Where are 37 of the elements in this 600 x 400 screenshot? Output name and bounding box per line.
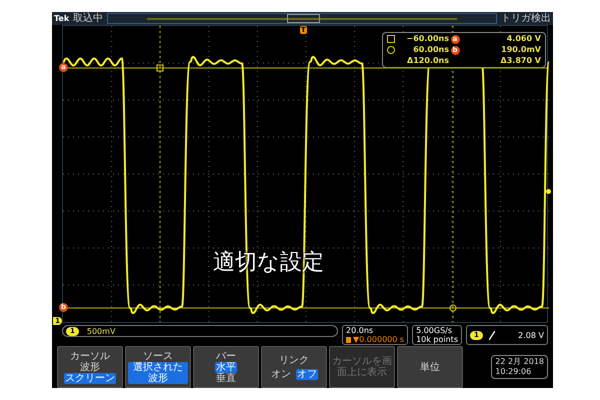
trigger-position: ▼0.000000 s [353, 335, 404, 344]
menu-button[interactable]: ソース 選択された波形 [125, 346, 191, 388]
menu-button[interactable]: 単位 [397, 346, 463, 388]
cursor-time: −60.00ns [406, 34, 449, 44]
menu-option: オフ [296, 368, 318, 380]
brand-label: Tek [54, 14, 70, 23]
menu-option: 水平 [215, 362, 237, 372]
menu-option: 波形 [79, 362, 101, 372]
trigger-icon [346, 336, 352, 342]
trigger-level: 2.08 V [518, 330, 544, 340]
menu-option: スクリーン [64, 372, 116, 384]
record-length: 10k points [416, 335, 458, 344]
trigger-level-icon [546, 189, 551, 194]
cursor-line[interactable] [452, 26, 454, 322]
menu-button[interactable]: バー 水平 垂直 [193, 346, 259, 388]
cursor-voltage: Δ3.870 V [500, 56, 541, 66]
menu-option: 垂直 [215, 372, 237, 384]
menu-button[interactable]: リンク オン オフ [261, 346, 327, 388]
circle-icon [387, 46, 395, 54]
cursor-time: 60.00ns [413, 45, 449, 55]
cursor-time: Δ120.0ns [407, 56, 449, 66]
rising-edge-icon [488, 330, 495, 340]
sample-rate: 5.00GS/s [416, 326, 454, 335]
cursor-voltage: 4.060 V [506, 34, 541, 44]
square-marker-icon [156, 64, 164, 72]
square-icon [387, 35, 395, 43]
cursor-voltage: 190.0mV [501, 45, 541, 55]
menu-button[interactable]: カーソル 波形 スクリーン [57, 346, 123, 388]
acquisition-status: 取込中 [73, 12, 104, 24]
trigger-status: トリガ検出 [501, 12, 551, 24]
menu-option: 選択された波形 [128, 362, 188, 384]
timebase: 20.0ns [346, 326, 374, 335]
circle-marker-icon [450, 304, 456, 312]
menu-option: オン [270, 368, 292, 380]
date: 22 2月 2018 [495, 357, 544, 367]
time: 10:29:06 [495, 367, 532, 377]
vertical-scale: 500mV [86, 326, 116, 336]
